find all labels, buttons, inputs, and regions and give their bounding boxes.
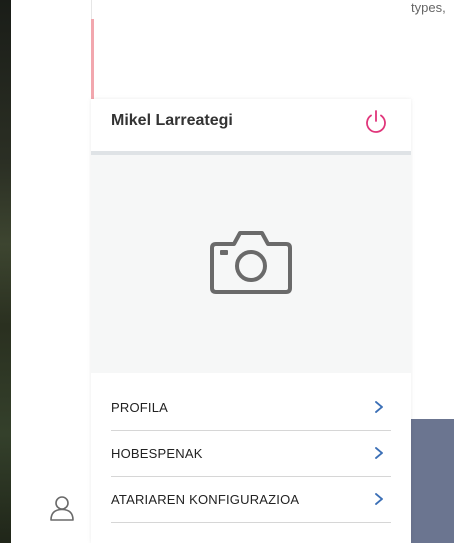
menu-item-label: PROFILA [111,400,169,415]
camera-icon [210,231,292,294]
chevron-right-icon [375,493,383,505]
user-name: Mikel Larreategi [111,112,233,129]
background-block [411,419,454,543]
active-indicator [91,19,94,99]
menu-item-atariaren-konfigurazioa[interactable]: ATARIAREN KONFIGURAZIOA [111,477,391,523]
menu-item-label: ATARIAREN KONFIGURAZIOA [111,492,300,507]
power-icon[interactable] [363,109,389,135]
chevron-right-icon [375,401,383,413]
left-sidebar [11,0,94,543]
menu-item-profila[interactable]: PROFILA [111,385,391,431]
user-panel-header: Mikel Larreategi [91,99,411,155]
profile-photo-placeholder[interactable] [91,155,411,373]
user-menu: PROFILA HOBESPENAK ATARIAREN KONFIGURAZI… [111,385,391,523]
menu-item-label: HOBESPENAK [111,446,203,461]
background-image-strip [0,0,11,543]
user-panel: Mikel Larreategi PROFILA HOBESPENAK ATAR… [91,99,411,543]
background-text-fragment: types, [411,0,446,15]
menu-item-hobespenak[interactable]: HOBESPENAK [111,431,391,477]
user-icon[interactable] [48,494,76,522]
chevron-right-icon [375,447,383,459]
